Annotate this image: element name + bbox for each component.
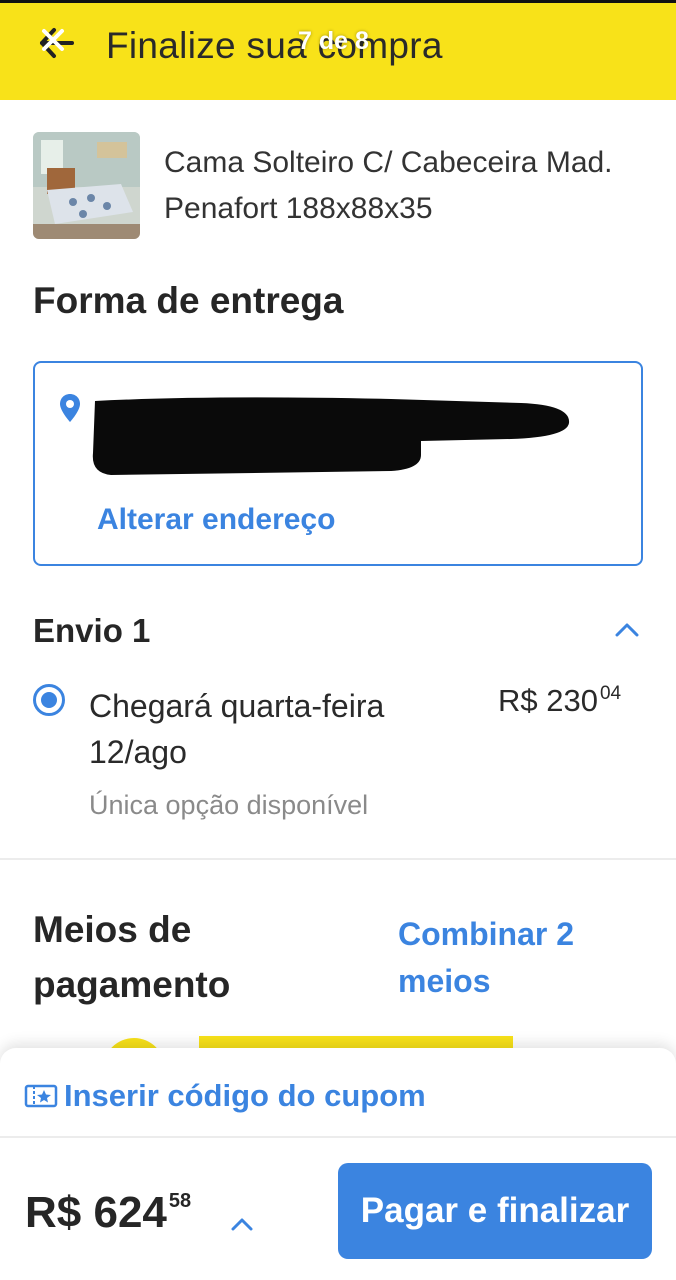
pay-and-finish-button[interactable]: Pagar e finalizar — [338, 1163, 652, 1259]
payment-section-title: Meios de pagamento — [33, 909, 231, 1005]
product-title[interactable]: Cama Solteiro C/ Cabeceira Mad. Penafort… — [164, 140, 634, 232]
order-total: R$ 624 58 — [25, 1188, 191, 1238]
change-address-link[interactable]: Alterar endereço — [97, 503, 335, 537]
shipping-price-main: R$ 230 — [498, 683, 598, 718]
ticket-icon — [24, 1084, 58, 1108]
shipping-option-label[interactable]: Chegará quarta-feira 12/ago — [89, 683, 449, 775]
chevron-up-icon[interactable] — [230, 1216, 254, 1232]
back-arrow-icon[interactable] — [34, 21, 78, 65]
combine-payment-link[interactable]: Combinar 2 meios — [398, 911, 618, 1005]
address-card[interactable]: Alterar endereço — [33, 361, 643, 566]
redacted-address — [92, 397, 570, 475]
shipping-option-radio[interactable] — [33, 684, 65, 716]
coupon-button[interactable]: Inserir código do cupom — [24, 1076, 426, 1116]
section-divider — [0, 858, 676, 860]
order-total-main: R$ 624 — [25, 1188, 167, 1237]
product-summary: Cama Solteiro C/ Cabeceira Mad. Penafort… — [33, 132, 643, 242]
top-bar: Finalize sua compra 7 de 8 — [0, 0, 676, 100]
shipping-note: Única opção disponível — [89, 790, 369, 820]
page-title: Finalize sua compra — [106, 25, 443, 66]
story-counter: 7 de 8 — [298, 27, 369, 55]
shipping-price: R$ 230 04 — [498, 683, 621, 719]
delivery-section-title: Forma de entrega — [33, 280, 344, 321]
checkout-footer: Inserir código do cupom R$ 624 58 Pagar e… — [0, 1048, 676, 1280]
order-total-cents: 58 — [168, 1190, 192, 1212]
shipment-title: Envio 1 — [33, 612, 151, 649]
location-pin-icon — [60, 394, 80, 422]
chevron-up-icon[interactable] — [614, 620, 640, 638]
footer-divider — [0, 1136, 676, 1138]
shipping-price-cents: 04 — [599, 683, 622, 704]
coupon-label: Inserir código do cupom — [64, 1078, 426, 1113]
bed-product-image — [33, 132, 140, 239]
